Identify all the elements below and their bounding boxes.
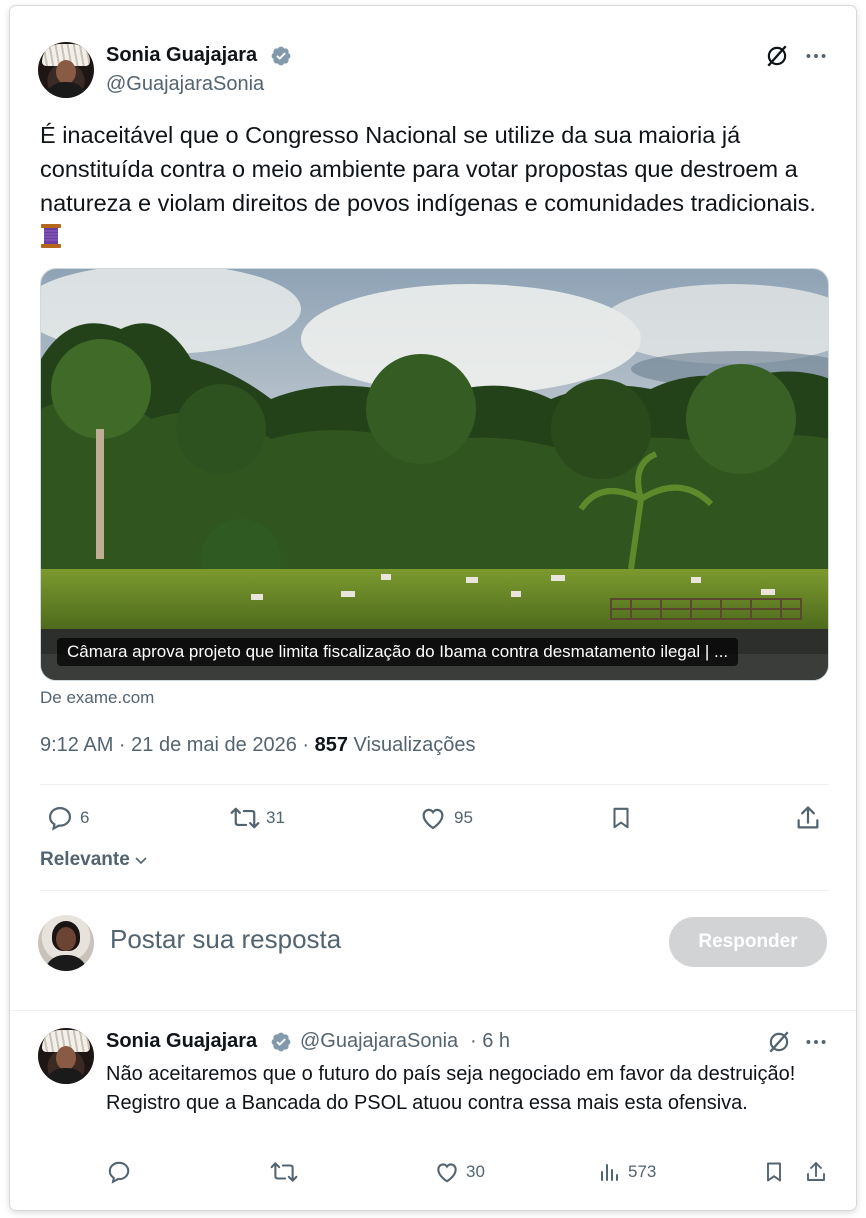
chevron-down-icon bbox=[135, 857, 147, 865]
verified-badge-icon bbox=[271, 1032, 291, 1052]
share-action[interactable] bbox=[794, 804, 822, 832]
reply-input[interactable]: Postar sua resposta bbox=[110, 924, 341, 955]
more-options-icon[interactable] bbox=[803, 43, 829, 69]
like-action[interactable]: 95 bbox=[418, 804, 473, 832]
reply-views-count: 573 bbox=[628, 1162, 657, 1181]
reply-action[interactable]: 6 bbox=[46, 804, 89, 832]
reply-author-name[interactable]: Sonia Guajajara bbox=[106, 1030, 257, 1053]
reply-timestamp[interactable]: · 6 h bbox=[470, 1030, 510, 1053]
reply-button[interactable]: Responder bbox=[669, 917, 827, 967]
reply-bookmark-action[interactable] bbox=[762, 1159, 786, 1185]
current-user-avatar[interactable] bbox=[38, 915, 94, 971]
analytics-icon bbox=[601, 1164, 618, 1181]
reply-like-action[interactable]: 30 bbox=[434, 1159, 485, 1185]
share-icon bbox=[797, 806, 819, 829]
reply-reply-action[interactable] bbox=[106, 1159, 132, 1185]
grok-icon[interactable] bbox=[764, 43, 790, 69]
heart-icon bbox=[437, 1163, 457, 1183]
bookmark-icon bbox=[613, 807, 629, 829]
repost-count: 31 bbox=[266, 808, 285, 827]
sort-label: Relevante bbox=[40, 849, 130, 870]
verified-badge-icon bbox=[271, 46, 291, 66]
tweet-timestamp[interactable]: 9:12 AM · 21 de mai de 2026 · bbox=[40, 734, 315, 756]
reply-views-action[interactable]: 573 bbox=[598, 1159, 656, 1185]
reply-author-handle[interactable]: @GuajajaraSonia bbox=[300, 1030, 458, 1053]
post-detail-frame: Sonia Guajajara @GuajajaraSonia É inacei… bbox=[10, 6, 856, 1210]
repost-icon bbox=[230, 807, 260, 829]
forest-photo bbox=[41, 269, 828, 680]
tweet-text: É inaceitável que o Congresso Nacional s… bbox=[40, 118, 830, 254]
sort-dropdown[interactable]: Relevante bbox=[40, 849, 149, 871]
author-name[interactable]: Sonia Guajajara bbox=[106, 44, 257, 67]
author-handle[interactable]: @GuajajaraSonia bbox=[106, 73, 264, 96]
reply-text: Não aceitaremos que o futuro do país sej… bbox=[106, 1063, 796, 1114]
like-count: 95 bbox=[454, 808, 473, 827]
card-headline: Câmara aprova projeto que limita fiscali… bbox=[57, 638, 739, 666]
views-label: Visualizações bbox=[347, 734, 476, 756]
grok-icon[interactable] bbox=[766, 1029, 792, 1055]
repost-action[interactable]: 31 bbox=[230, 804, 285, 832]
more-options-icon[interactable] bbox=[803, 1029, 829, 1055]
reply-icon bbox=[48, 806, 72, 831]
heart-icon bbox=[422, 808, 444, 830]
repost-icon bbox=[270, 1162, 298, 1182]
bookmark-action[interactable] bbox=[608, 804, 634, 832]
card-source[interactable]: De exame.com bbox=[40, 688, 154, 708]
reply-icon bbox=[108, 1161, 130, 1184]
reply-author-avatar[interactable] bbox=[38, 1028, 94, 1084]
divider bbox=[40, 890, 829, 891]
views-count: 857 bbox=[314, 734, 348, 756]
share-icon bbox=[807, 1162, 825, 1181]
reply-repost-action[interactable] bbox=[270, 1159, 298, 1185]
tweet-meta: 9:12 AM · 21 de mai de 2026 · 857 Visual… bbox=[40, 734, 475, 757]
divider bbox=[40, 784, 829, 785]
reply-share-action[interactable] bbox=[804, 1159, 828, 1185]
reply-count: 6 bbox=[80, 808, 90, 827]
author-avatar[interactable] bbox=[38, 42, 94, 98]
tweet-text-content: É inaceitável que o Congresso Nacional s… bbox=[40, 122, 816, 216]
thread-spool-icon bbox=[41, 224, 61, 248]
link-card[interactable]: Câmara aprova projeto que limita fiscali… bbox=[40, 268, 829, 681]
reply-like-count: 30 bbox=[466, 1162, 485, 1181]
divider bbox=[10, 1010, 856, 1011]
bookmark-icon bbox=[767, 1162, 781, 1182]
